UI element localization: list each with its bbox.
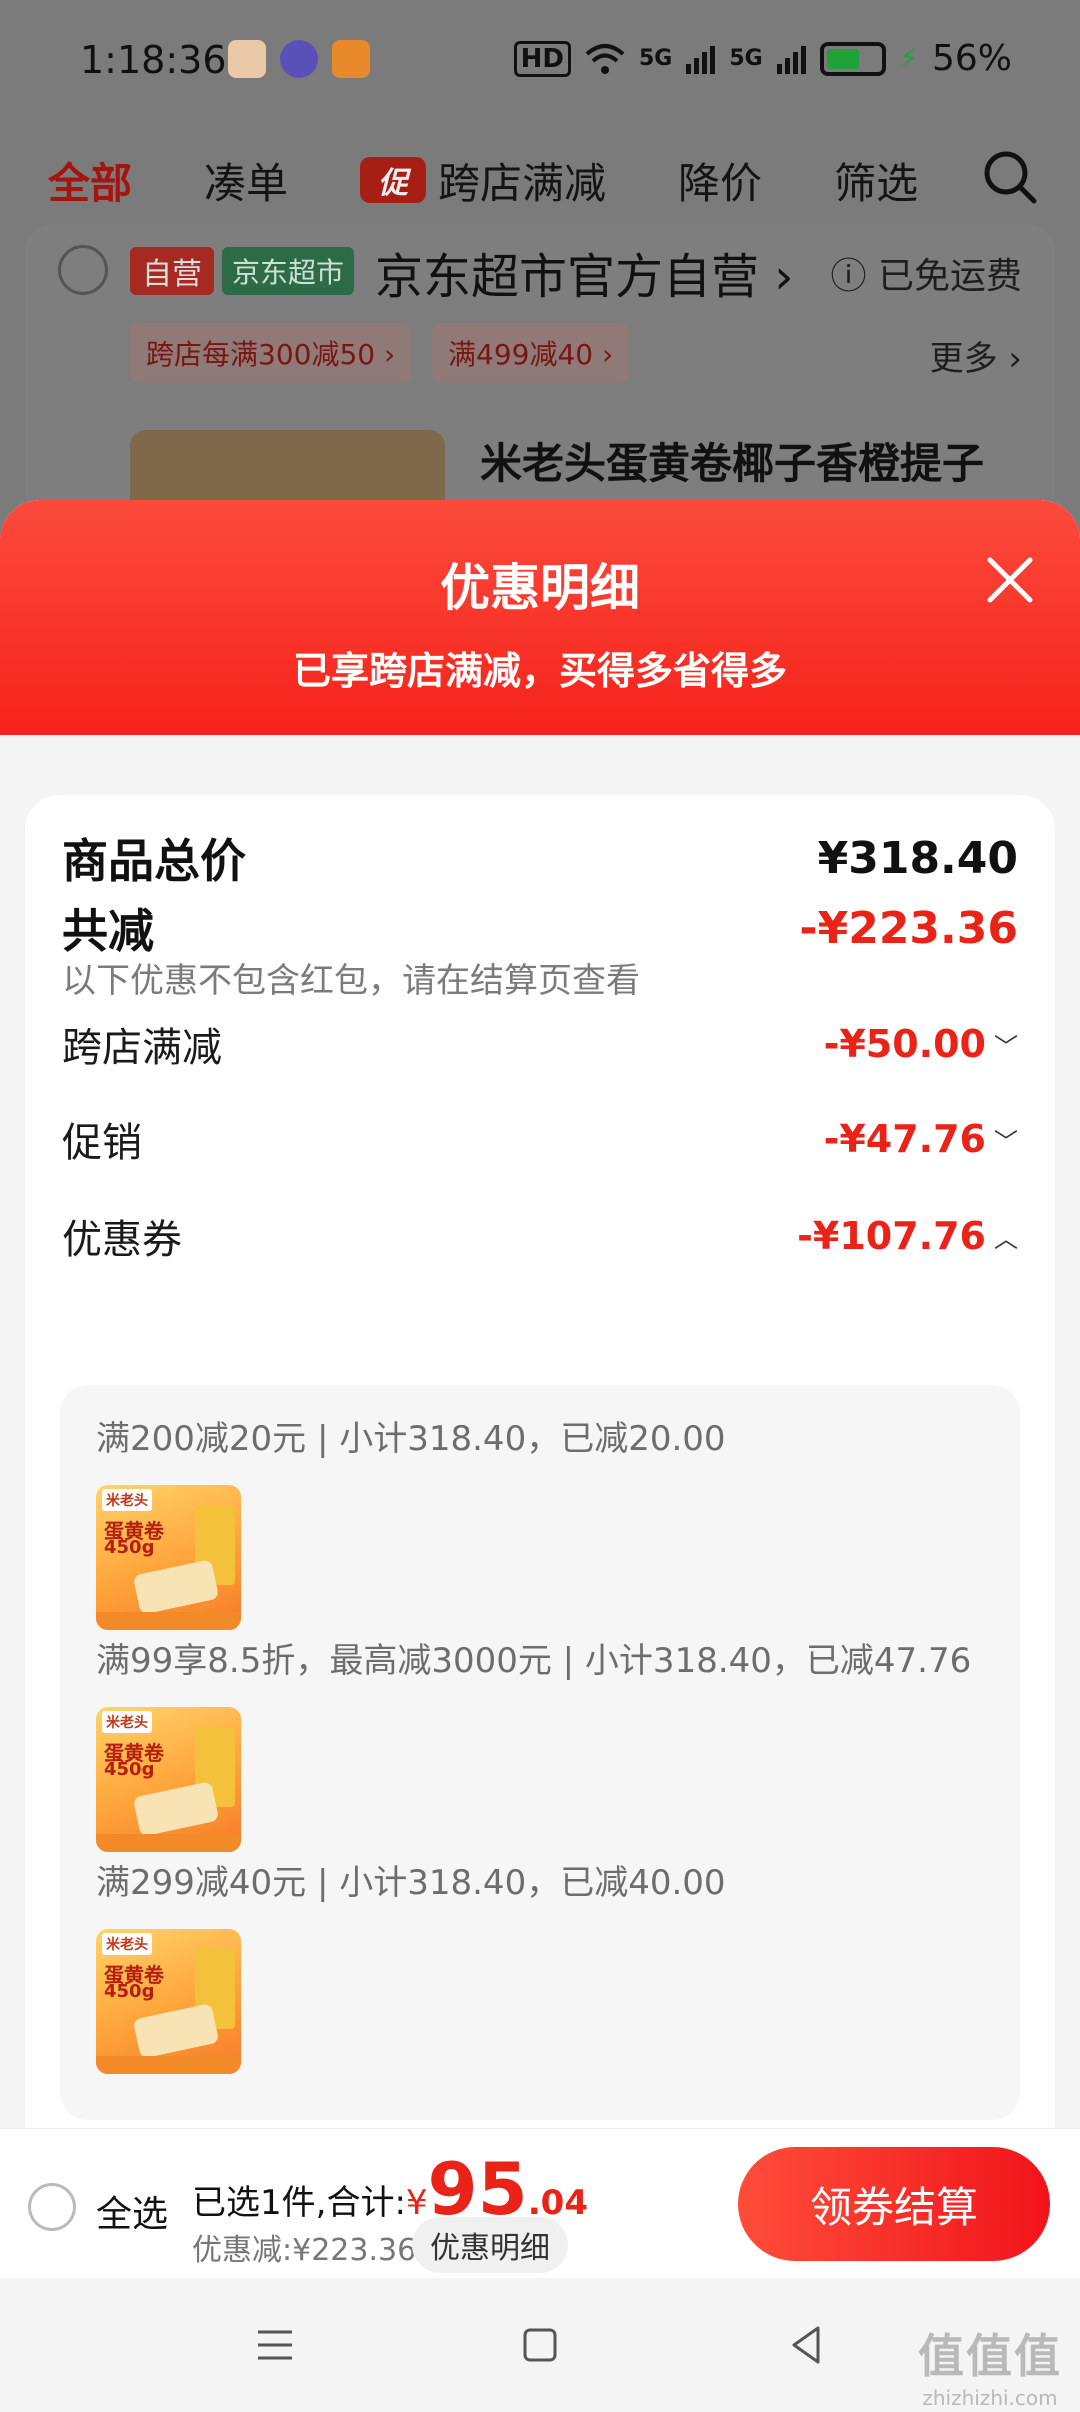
cart-page-background: 全部 凑单 促跨店满减 降价 筛选 自营 京东超市 京东超市官方自营 › ⓘ 已…	[0, 125, 1080, 680]
link-app-icon	[280, 40, 318, 78]
signal-icon: 5G	[638, 46, 673, 71]
store-select-checkbox[interactable]	[58, 245, 108, 295]
total-price-row: 商品总价 ¥318.40	[62, 825, 1018, 891]
menu-icon[interactable]	[250, 2320, 300, 2370]
discount-summary: 优惠减:¥223.36	[192, 2233, 417, 2268]
discount-detail-button[interactable]: 优惠明细	[412, 2217, 568, 2273]
coupon-line: 满299减40元 | 小计318.40，已减40.00	[96, 1863, 726, 1903]
discount-value: -¥107.76	[797, 1214, 986, 1258]
discount-label: 跨店满减	[62, 1025, 222, 1071]
status-time: 1:18:36	[80, 38, 227, 82]
home-icon[interactable]	[515, 2320, 565, 2370]
red-packet-note: 以下优惠不包含红包，请在结算页查看	[62, 961, 640, 1001]
select-all-label[interactable]: 全选	[96, 2185, 168, 2237]
product-thumbnail[interactable]: 米老头 蛋黄卷 450g	[96, 1929, 241, 2074]
search-icon[interactable]	[980, 147, 1040, 207]
total-reduce-label: 共减	[62, 904, 154, 958]
heart-app-icon	[332, 40, 370, 78]
watermark-logo: 值值值	[918, 2329, 1062, 2383]
wifi-icon	[585, 43, 625, 74]
select-all-checkbox[interactable]	[28, 2183, 76, 2231]
status-bar: 1:18:36 HD 5G 5G ⚡ 56%	[0, 0, 1080, 125]
total-price-label: 商品总价	[62, 834, 246, 888]
close-icon[interactable]	[980, 550, 1040, 610]
chevron-down-icon: ﹀	[994, 1127, 1018, 1156]
promo-chip-499-label: 满499减40	[448, 338, 594, 371]
discount-value-wrap: -¥50.00 ﹀	[824, 1022, 1018, 1066]
discount-row-coupon[interactable]: 优惠券 -¥107.76 ︿	[62, 1207, 1018, 1265]
tab-filter[interactable]: 筛选	[834, 150, 918, 211]
thumb-brand: 米老头	[102, 1489, 152, 1511]
promo-chip-cross-store-label: 跨店每满300减50	[146, 338, 376, 371]
promo-chip-499[interactable]: 满499减40 ›	[432, 323, 630, 383]
thumb-weight: 450g	[104, 1537, 155, 1558]
back-icon[interactable]	[782, 2320, 832, 2370]
thumb-brand: 米老头	[102, 1933, 152, 1955]
more-promos-label: 更多	[929, 339, 998, 379]
total-reduce-value: -¥223.36	[799, 902, 1018, 954]
more-promos-link[interactable]: 更多 ›	[930, 331, 1022, 380]
notification-icons	[228, 40, 370, 78]
self-operated-tag: 自营	[130, 247, 214, 295]
checkout-button[interactable]: 领券结算	[738, 2147, 1050, 2261]
currency-symbol: ¥	[405, 2183, 428, 2223]
selected-count-text: 已选1件,合计:	[192, 2183, 406, 2223]
checkout-bar: 全选 已选1件,合计: ¥ 95 .04 优惠减:¥223.36 优惠明细 领券…	[0, 2128, 1080, 2278]
signal-bars-icon-2	[776, 44, 806, 74]
sheet-title: 优惠明细	[440, 559, 640, 617]
discount-label: 优惠券	[62, 1217, 182, 1263]
product-thumbnail[interactable]: 米老头 蛋黄卷 450g	[96, 1707, 241, 1852]
signal-bars-icon	[686, 44, 716, 74]
signal-icon-2: 5G	[729, 46, 763, 71]
discount-value-wrap: -¥47.76 ﹀	[824, 1117, 1018, 1161]
tab-all[interactable]: 全部	[48, 150, 132, 211]
tab-cross-store[interactable]: 促跨店满减	[360, 150, 606, 211]
tab-price-drop[interactable]: 降价	[678, 150, 762, 211]
store-name-link[interactable]: 京东超市官方自营 ›	[375, 237, 793, 307]
jd-supermarket-tag: 京东超市	[222, 247, 355, 295]
sheet-header: 优惠明细 已享跨店满减，买得多省得多	[0, 500, 1080, 735]
chevron-down-icon: ﹀	[994, 1032, 1018, 1061]
app-notification-icon	[228, 40, 266, 78]
cart-filter-tabs: 全部 凑单 促跨店满减 降价 筛选	[0, 125, 1080, 235]
thumb-brand: 米老头	[102, 1711, 152, 1733]
discount-value-wrap: -¥107.76 ︿	[797, 1214, 1018, 1258]
watermark: 值值值 zhizhizhi.com	[918, 2320, 1062, 2410]
discount-row-cross-store[interactable]: 跨店满减 -¥50.00 ﹀	[62, 1015, 1018, 1073]
total-reduce-row: 共减 -¥223.36	[62, 895, 1018, 961]
discount-row-promotion[interactable]: 促销 -¥47.76 ﹀	[62, 1110, 1018, 1168]
sheet-subtitle: 已享跨店满减，买得多省得多	[292, 649, 787, 693]
battery-percent: 56%	[931, 38, 1012, 79]
chevron-up-icon: ︿	[994, 1224, 1018, 1253]
total-price-value: ¥318.40	[817, 832, 1018, 884]
watermark-url: zhizhizhi.com	[922, 2386, 1058, 2410]
shipping-status: ⓘ 已免运费	[830, 256, 1022, 297]
shipping-text: 已免运费	[877, 256, 1022, 297]
coupon-line: 满99享8.5折，最高减3000元 | 小计318.40，已减47.76	[96, 1641, 972, 1681]
battery-icon	[819, 41, 886, 76]
tab-combine[interactable]: 凑单	[204, 150, 288, 211]
tab-cross-store-label: 跨店满减	[438, 158, 607, 208]
thumb-weight: 450g	[104, 1981, 155, 2002]
discount-value: -¥47.76	[823, 1117, 986, 1161]
product-title[interactable]: 米老头蛋黄卷椰子香橙提子	[480, 430, 984, 491]
coupon-detail-box: 满200减20元 | 小计318.40，已减20.00 米老头 蛋黄卷 450g…	[60, 1385, 1020, 2120]
store-name: 京东超市官方自营	[375, 249, 760, 305]
promo-chip-cross-store[interactable]: 跨店每满300减50 ›	[130, 323, 412, 383]
product-thumbnail[interactable]: 米老头 蛋黄卷 450g	[96, 1485, 241, 1630]
coupon-line: 满200减20元 | 小计318.40，已减20.00	[96, 1419, 726, 1459]
charging-icon: ⚡	[899, 43, 918, 74]
discount-detail-sheet: 优惠明细 已享跨店满减，买得多省得多 商品总价 ¥318.40 共减 -¥223…	[0, 500, 1080, 2412]
promo-badge: 促	[360, 157, 427, 203]
discount-label: 促销	[62, 1120, 142, 1166]
thumb-weight: 450g	[104, 1759, 155, 1780]
hd-icon: HD	[513, 40, 571, 77]
discount-value: -¥50.00	[823, 1022, 986, 1066]
